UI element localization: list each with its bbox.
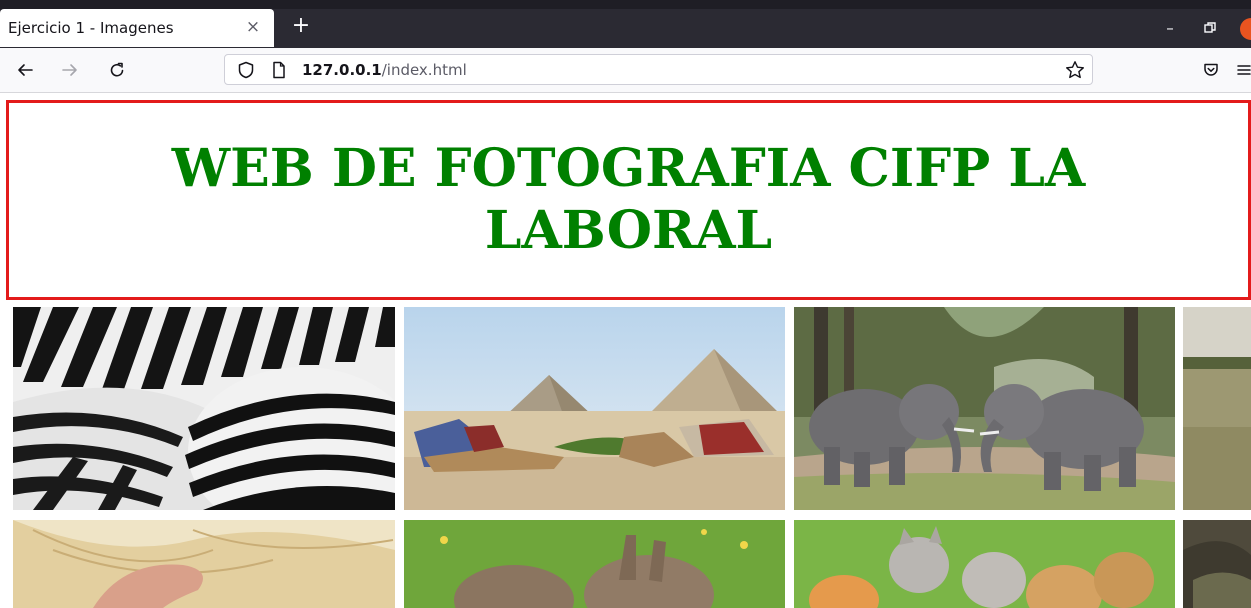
url-text[interactable]: 127.0.0.1/index.html (302, 61, 467, 79)
zebras-image (13, 307, 395, 510)
star-icon[interactable] (1065, 60, 1085, 80)
menu-button[interactable] (1230, 56, 1251, 84)
rocks-image (1183, 520, 1251, 608)
url-bar[interactable]: 127.0.0.1/index.html (224, 54, 1093, 85)
browser-tab[interactable]: Ejercicio 1 - Imagenes × (0, 9, 274, 47)
kittens-image (794, 520, 1175, 608)
back-arrow-icon (18, 64, 33, 76)
forward-arrow-icon (62, 64, 77, 76)
rabbits-image (404, 520, 785, 608)
page-icon[interactable] (270, 61, 288, 79)
url-host: 127.0.0.1 (302, 61, 382, 79)
window-minimize-button[interactable]: – (1160, 18, 1180, 38)
hamburger-menu-icon (1237, 65, 1251, 75)
hair-image (13, 520, 395, 608)
tab-title: Ejercicio 1 - Imagenes (8, 19, 174, 37)
pyramids-image (404, 307, 785, 510)
url-path: /index.html (381, 61, 467, 79)
pocket-icon (1204, 63, 1218, 76)
rocks-photo[interactable] (1183, 520, 1251, 608)
new-tab-button[interactable]: + (289, 13, 313, 39)
reload-icon (110, 62, 124, 77)
zebras-photo[interactable] (13, 307, 395, 510)
kittens-photo[interactable] (794, 520, 1175, 608)
forward-button[interactable] (56, 56, 84, 84)
reload-button[interactable] (103, 56, 131, 84)
header-box: WEB DE FOTOGRAFIA CIFP LA LABORAL (6, 100, 1251, 300)
page-title: WEB DE FOTOGRAFIA CIFP LA LABORAL (171, 138, 1086, 261)
tab-strip: Ejercicio 1 - Imagenes × + – (0, 0, 1251, 48)
pocket-button[interactable] (1197, 56, 1225, 84)
back-button[interactable] (11, 56, 39, 84)
tab-close-button[interactable]: × (243, 16, 263, 38)
pyramids-photo[interactable] (404, 307, 785, 510)
elephants-photo[interactable] (794, 307, 1175, 510)
window-close-button[interactable] (1240, 18, 1251, 40)
savanna-image (1183, 307, 1251, 510)
navigation-bar: 127.0.0.1/index.html (0, 48, 1251, 93)
shield-icon[interactable] (237, 61, 255, 79)
restore-icon (1204, 22, 1216, 33)
rabbits-photo[interactable] (404, 520, 785, 608)
elephants-image (794, 307, 1175, 510)
hair-photo[interactable] (13, 520, 395, 608)
savanna-photo[interactable] (1183, 307, 1251, 510)
window-restore-button[interactable] (1200, 18, 1220, 38)
